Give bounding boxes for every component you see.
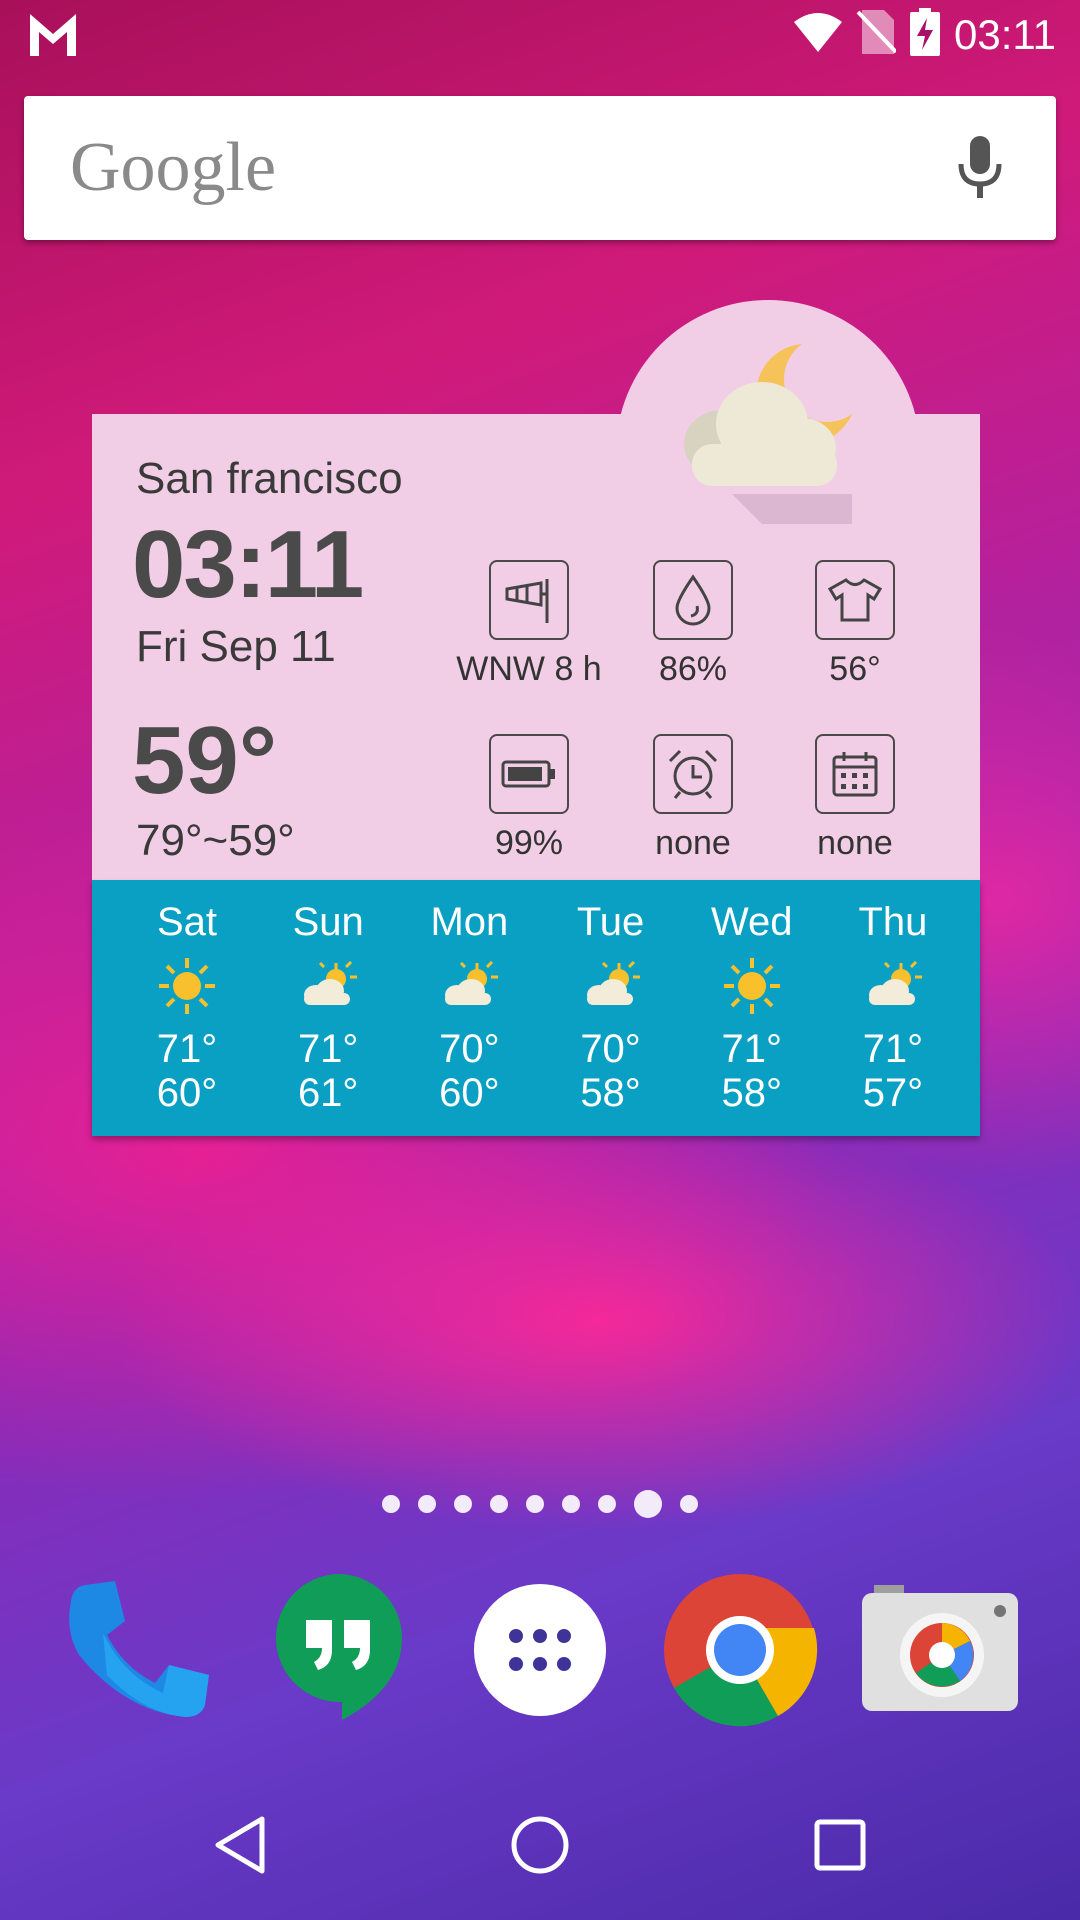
back-icon[interactable] [180,1800,300,1890]
current-temperature: 59° [132,707,278,814]
forecast-low: 60° [439,1071,500,1115]
forecast-strip[interactable]: Sat 71° 60° Sun 71° 61° Mon 70° 60° Tue [92,880,980,1136]
page-dot [598,1495,616,1513]
battery-icon [489,734,569,814]
alarm-stat[interactable]: none [618,734,768,863]
forecast-high: 71° [721,1027,783,1071]
forecast-day-name: Thu [858,900,928,944]
page-indicator[interactable] [0,1490,1080,1518]
humidity-drop-icon [653,560,733,640]
forecast-day: Wed 71° 58° [693,880,811,1136]
forecast-high: 71° [862,1027,924,1071]
hangouts-icon[interactable] [258,1570,418,1730]
humidity-value: 86% [658,650,728,688]
forecast-day-name: Tue [576,900,645,944]
city-name: San francisco [136,454,403,503]
forecast-low: 61° [297,1071,359,1115]
weather-widget[interactable]: San francisco 03:11 Fri Sep 11 59° 79°~5… [92,300,980,1136]
page-dot-active [634,1490,662,1518]
forecast-day: Tue 70° 58° [552,880,670,1136]
battery-charging-icon [910,8,940,61]
cloud-moon-icon [652,324,872,529]
forecast-day: Mon 70° 60° [410,880,528,1136]
google-logo: Google [70,129,277,206]
alarm-clock-icon [653,734,733,814]
forecast-low: 60° [156,1071,218,1115]
status-time: 03:11 [954,10,1056,58]
widget-main-panel: San francisco 03:11 Fri Sep 11 59° 79°~5… [92,344,980,880]
forecast-day-name: Sat [156,900,218,944]
camera-icon[interactable] [860,1570,1020,1730]
calendar-icon [815,734,895,814]
partly-cloudy-icon [834,951,952,1021]
forecast-day-name: Wed [710,900,793,944]
phone-icon[interactable] [58,1570,218,1730]
forecast-day: Thu 71° 57° [834,880,952,1136]
forecast-day-name: Mon [430,900,509,944]
sun-icon [128,951,246,1021]
widget-clock[interactable]: 03:11 [132,510,364,620]
humidity-stat[interactable]: 86% [618,560,768,689]
recents-icon[interactable] [780,1800,900,1890]
forecast-high: 70° [580,1027,641,1071]
forecast-high: 70° [439,1027,500,1071]
forecast-high: 71° [297,1027,359,1071]
wind-value: WNW 8 h [456,650,602,688]
forecast-low: 58° [721,1071,783,1115]
temperature-range: 79°~59° [136,816,295,865]
feels-like-stat[interactable]: 56° [780,560,930,689]
google-search-bar[interactable]: Google [24,96,1056,240]
chrome-icon[interactable] [660,1570,820,1730]
page-dot [418,1495,436,1513]
alarm-value: none [655,824,731,862]
forecast-high: 71° [156,1027,218,1071]
battery-value: 99% [494,824,564,862]
home-icon[interactable] [480,1800,600,1890]
forecast-day: Sat 71° 60° [128,880,246,1136]
page-dot [490,1495,508,1513]
forecast-low: 57° [862,1071,924,1115]
page-dot [680,1495,698,1513]
app-drawer-icon[interactable] [460,1570,620,1730]
no-sim-icon [856,10,898,59]
gmail-m-icon [30,14,76,61]
mic-icon[interactable] [958,136,1002,205]
page-dot [454,1495,472,1513]
widget-date: Fri Sep 11 [136,622,336,671]
status-bar: 03:11 [0,0,1080,72]
partly-cloudy-icon [552,951,670,1021]
page-dot [562,1495,580,1513]
wind-stat[interactable]: WNW 8 h [454,560,604,689]
page-dot [382,1495,400,1513]
sun-icon [693,951,811,1021]
forecast-low: 58° [580,1071,641,1115]
windsock-icon [489,560,569,640]
shirt-icon [815,560,895,640]
feels-like-value: 56° [829,650,881,688]
calendar-value: none [817,824,893,862]
battery-stat[interactable]: 99% [454,734,604,863]
partly-cloudy-icon [269,951,387,1021]
partly-cloudy-icon [410,951,528,1021]
forecast-day-name: Sun [292,900,364,944]
wifi-icon [794,12,842,57]
app-dock [0,1570,1080,1730]
calendar-stat[interactable]: none [780,734,930,863]
page-dot [526,1495,544,1513]
forecast-day: Sun 71° 61° [269,880,387,1136]
navigation-bar [0,1800,1080,1890]
